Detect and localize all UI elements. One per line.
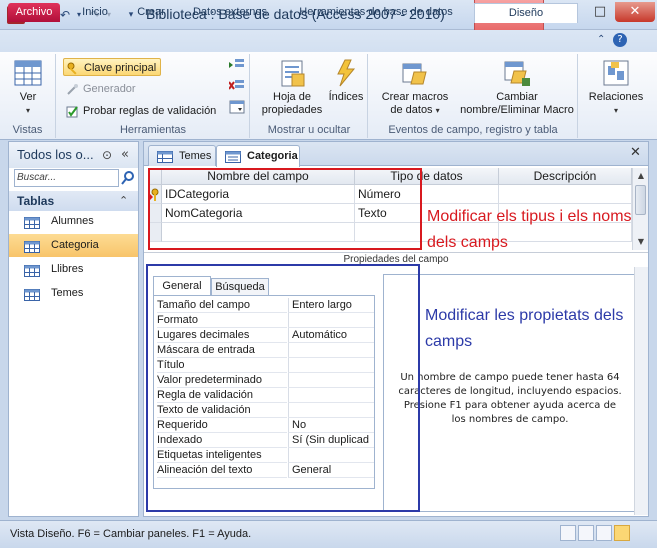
close-window-button[interactable]: ✕ [615, 2, 655, 22]
status-bar: Vista Diseño. F6 = Cambiar paneles. F1 =… [0, 520, 657, 548]
probar-reglas-button[interactable]: Probar reglas de validación [63, 102, 216, 120]
doc-tab-temes[interactable]: Temes [148, 145, 216, 166]
annotation-red-box [148, 168, 422, 250]
crear-macros-button[interactable]: Crear macros de datos ▾ [377, 58, 453, 117]
ver-label: Ver [19, 91, 37, 103]
datasheet-view-icon [13, 58, 43, 88]
group-relaciones: Relaciones ▾ [579, 54, 657, 138]
annotation-blue-note: Modificar les propietats dels camps [425, 307, 624, 350]
annotation-red-note: Modificar els tipus i els noms dels camp… [427, 208, 632, 251]
tab-crear[interactable]: Crear [130, 3, 172, 22]
indices-button[interactable]: Índices [327, 58, 365, 104]
navigation-pane: Todos los o... ⊙ « Buscar... Tablas ⌃ Al… [8, 141, 139, 517]
nav-dropdown-icon[interactable]: ⊙ [102, 142, 112, 168]
help-icon[interactable]: ? [613, 33, 627, 47]
group-herramientas: Clave principal Generador Probar reglas … [57, 54, 250, 138]
nav-item-label: Temes [51, 287, 84, 299]
group-eventos: Crear macros de datos ▾ Cambiar nombre/E… [369, 54, 578, 138]
hoja-propiedades-label-2: propiedades [261, 104, 323, 116]
nav-item-llibres[interactable]: Llibres [9, 258, 138, 281]
indices-label: Índices [328, 91, 364, 103]
maximize-button[interactable]: □ [585, 2, 615, 22]
group-label-eventos: Eventos de campo, registro y tabla [388, 124, 558, 136]
table-icon [24, 215, 40, 229]
nav-item-label: Alumnes [51, 215, 94, 227]
probar-reglas-label: Probar reglas de validación [83, 105, 217, 117]
clave-principal-label: Clave principal [84, 62, 157, 74]
nav-item-label: Categoria [51, 239, 99, 251]
group-collapse-icon[interactable]: ⌃ [119, 191, 128, 211]
tab-diseno[interactable]: Diseño [474, 3, 578, 23]
tab-herramientas-bd[interactable]: Herramientas de base de datos [288, 3, 464, 22]
crear-macros-label-1: Crear macros [381, 91, 449, 103]
undo-icon[interactable]: ↶ [58, 8, 72, 22]
group-label-mostrar-ocultar: Mostrar u ocultar [267, 124, 351, 136]
data-macro-icon [400, 58, 430, 88]
clave-principal-button[interactable]: Clave principal [63, 58, 162, 76]
generador-button[interactable]: Generador [63, 80, 136, 98]
rename-macro-icon [502, 58, 532, 88]
indexes-icon [331, 58, 361, 88]
modify-lookups-icon[interactable] [229, 100, 245, 117]
relaciones-dropdown-icon: ▾ [613, 106, 618, 115]
insert-rows-icon[interactable] [229, 58, 245, 75]
search-icon[interactable] [120, 169, 137, 187]
design-view-icon [225, 150, 241, 163]
column-header-descripcion[interactable]: Descripción [499, 168, 632, 185]
pivot-chart-view-button[interactable] [596, 525, 612, 541]
nav-item-label: Llibres [51, 263, 84, 275]
group-mostrar-ocultar: Hoja de propiedades Índices Mostrar u oc… [251, 54, 368, 138]
design-view-button[interactable] [614, 525, 630, 541]
group-vistas: Ver ▾ Vistas [0, 54, 56, 138]
relaciones-button[interactable]: Relaciones ▾ [583, 58, 649, 117]
check-rules-icon [66, 105, 79, 118]
nav-item-temes[interactable]: Temes [9, 282, 138, 305]
doc-tab-label: Temes [179, 150, 212, 162]
tab-datos-externos[interactable]: Datos externos [184, 3, 276, 22]
generador-label: Generador [83, 83, 136, 95]
cambiar-nombre-macro-button[interactable]: Cambiar nombre/Eliminar Macro [459, 58, 575, 117]
relaciones-label: Relaciones [588, 91, 644, 103]
table-icon [157, 150, 173, 163]
datasheet-view-button[interactable] [560, 525, 576, 541]
pivot-table-view-button[interactable] [578, 525, 594, 541]
hoja-propiedades-label-1: Hoja de [273, 91, 311, 103]
ver-dropdown-icon: ▾ [25, 106, 30, 115]
tab-archivo[interactable]: Archivo [8, 3, 60, 22]
key-icon [67, 62, 80, 75]
field-desc-cell[interactable] [499, 185, 632, 204]
property-sheet-icon [277, 58, 307, 88]
annotation-blue-box [146, 264, 420, 512]
cambiar-label-2: nombre/Eliminar Macro [460, 104, 574, 116]
status-text: Vista Diseño. F6 = Cambiar paneles. F1 =… [10, 528, 252, 540]
minimize-ribbon-icon[interactable]: ⌃ [597, 34, 605, 45]
tab-inicio[interactable]: Inicio [72, 3, 118, 22]
scroll-up-icon[interactable]: ▲ [633, 168, 649, 184]
close-document-icon[interactable]: ✕ [630, 145, 641, 160]
group-label-herramientas: Herramientas [119, 124, 187, 136]
delete-rows-icon[interactable] [228, 79, 245, 96]
ribbon-tab-row [0, 30, 657, 52]
nav-collapse-icon[interactable]: « [121, 142, 129, 168]
wand-icon [66, 83, 79, 96]
ver-button[interactable]: Ver ▾ [8, 58, 48, 117]
nav-search-input[interactable]: Buscar... [14, 169, 119, 187]
group-label-vistas: Vistas [12, 124, 43, 136]
table-icon [24, 263, 40, 277]
nav-pane-title[interactable]: Todos los o... [9, 142, 138, 168]
nav-item-categoria[interactable]: Categoria [9, 234, 138, 257]
table-icon [24, 287, 40, 301]
nav-item-alumnes[interactable]: Alumnes [9, 210, 138, 233]
cambiar-label-1: Cambiar [496, 91, 538, 103]
doc-tab-label: Categoria [247, 150, 298, 162]
table-icon [24, 239, 40, 253]
crear-macros-label-2: de datos [390, 104, 433, 116]
doc-tab-categoria[interactable]: Categoria [216, 145, 300, 167]
hoja-propiedades-button[interactable]: Hoja de propiedades [257, 58, 327, 117]
help-text: Un nombre de campo puede tener hasta 64 … [398, 372, 622, 425]
crear-macros-dropdown-icon: ▾ [435, 106, 440, 115]
relationships-icon [601, 58, 631, 88]
